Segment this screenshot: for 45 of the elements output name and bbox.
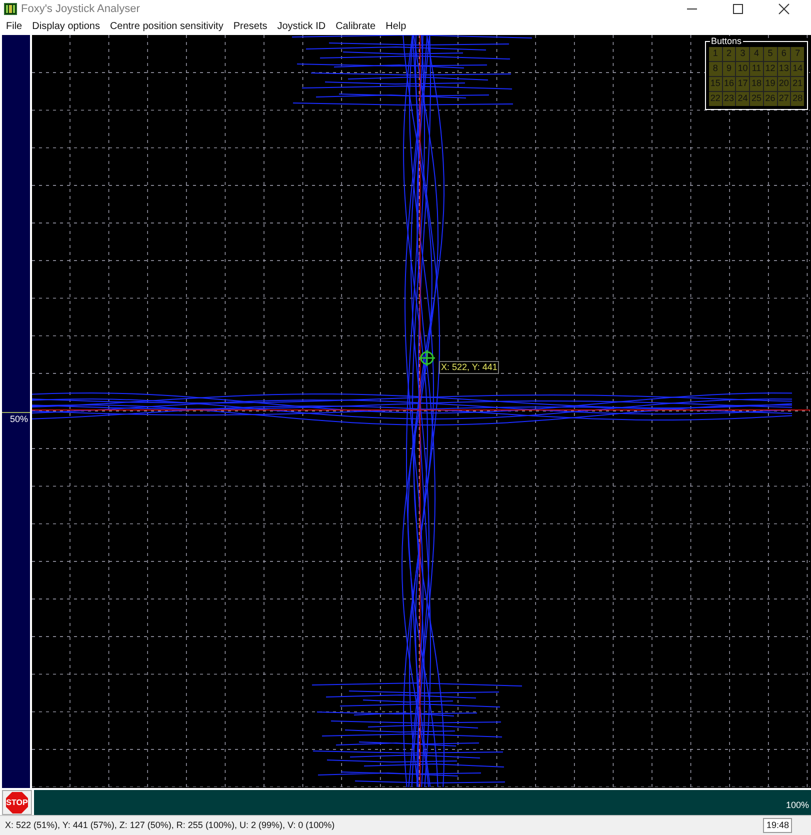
joystick-button-indicator: 25 [750, 92, 763, 106]
status-time: 19:48 [763, 818, 792, 834]
window-title: Foxy's Joystick Analyser [21, 2, 141, 17]
joystick-button-indicator: 21 [791, 77, 804, 91]
joystick-button-indicator: 9 [722, 62, 736, 76]
joystick-button-indicator: 27 [778, 92, 790, 106]
menu-item[interactable]: Help [386, 19, 406, 34]
joystick-button-indicator: 23 [722, 92, 736, 106]
joystick-button-indicator: 14 [791, 62, 804, 76]
app-icon [4, 3, 17, 15]
status-text: X: 522 (51%), Y: 441 (57%), Z: 127 (50%), R: 255 (100%), U: 2 (99%), V: 0 (100%) [5, 818, 336, 832]
joystick-button-indicator: 20 [778, 77, 790, 91]
joystick-button-indicator: 16 [722, 77, 736, 91]
menu-item[interactable]: File [6, 19, 22, 34]
joystick-button-indicator: 10 [736, 62, 750, 76]
joystick-button-indicator: 15 [709, 77, 722, 91]
joystick-button-indicator: 3 [736, 47, 750, 61]
menu-item[interactable]: Presets [233, 19, 268, 34]
joystick-button-indicator: 28 [791, 92, 804, 106]
joystick-button-indicator: 19 [764, 77, 777, 91]
joystick-button-indicator: 12 [764, 62, 777, 76]
cursor-label: X: 522, Y: 441 [439, 361, 500, 374]
joystick-button-indicator: 26 [764, 92, 777, 106]
stop-button[interactable]: STOP [2, 790, 32, 815]
menu-item[interactable]: Joystick ID [277, 19, 326, 34]
crosshair-icon [418, 349, 436, 367]
joystick-button-indicator: 8 [709, 62, 722, 76]
joystick-button-indicator: 24 [736, 92, 750, 106]
joystick-button-indicator: 7 [791, 47, 804, 61]
panel-title: Buttons [710, 36, 743, 46]
joystick-button-indicator: 2 [722, 47, 736, 61]
gauge-reading: 100% [786, 798, 809, 812]
joystick-button-indicator: 6 [778, 47, 790, 61]
joystick-button-indicator: 18 [750, 77, 763, 91]
joystick-button-indicator: 11 [750, 62, 763, 76]
joystick-button-indicator: 5 [764, 47, 777, 61]
joystick-button-indicator: 17 [736, 77, 750, 91]
menu-item[interactable]: Calibrate [336, 19, 376, 34]
gauge-reading: 50% [10, 412, 28, 426]
joystick-button-indicator: 4 [750, 47, 763, 61]
joystick-button-indicator: 13 [778, 62, 790, 76]
menu-item[interactable]: Centre position sensitivity [110, 19, 224, 34]
joystick-button-indicator: 22 [709, 92, 722, 106]
joystick-button-indicator: 1 [709, 47, 722, 61]
menu-item[interactable]: Display options [32, 19, 100, 34]
